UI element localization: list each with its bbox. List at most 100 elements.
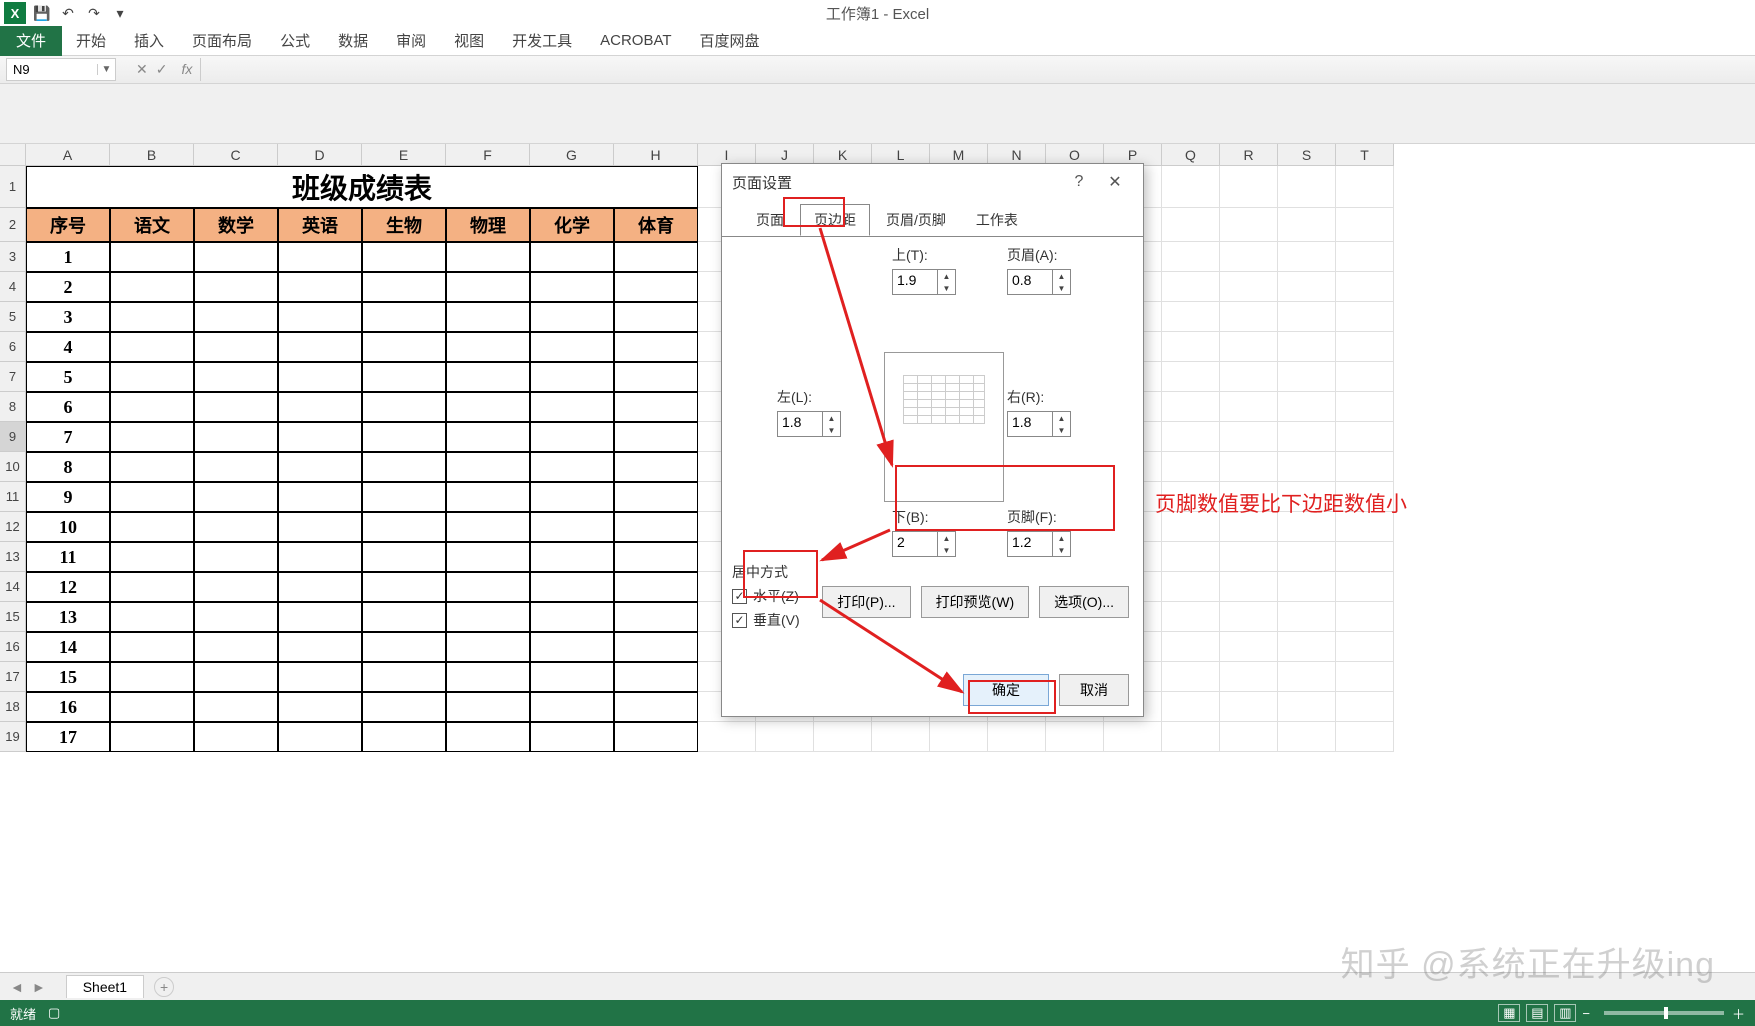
table-header-cell[interactable]: 语文 bbox=[110, 208, 194, 242]
sheet-add-button[interactable]: + bbox=[154, 977, 174, 997]
cell[interactable] bbox=[1220, 242, 1278, 272]
row-header[interactable]: 5 bbox=[0, 302, 26, 332]
col-header[interactable]: D bbox=[278, 144, 362, 166]
dialog-close-button[interactable]: ✕ bbox=[1097, 172, 1133, 192]
tab-home[interactable]: 开始 bbox=[62, 26, 120, 56]
cell[interactable] bbox=[194, 332, 278, 362]
cell[interactable]: 2 bbox=[26, 272, 110, 302]
cell[interactable] bbox=[446, 692, 530, 722]
table-header-cell[interactable]: 物理 bbox=[446, 208, 530, 242]
cell[interactable] bbox=[446, 362, 530, 392]
cell[interactable]: 5 bbox=[26, 362, 110, 392]
cell[interactable]: 15 bbox=[26, 662, 110, 692]
cell[interactable] bbox=[278, 542, 362, 572]
col-header[interactable]: Q bbox=[1162, 144, 1220, 166]
select-all-corner[interactable] bbox=[0, 144, 26, 166]
cell[interactable] bbox=[1278, 272, 1336, 302]
cell[interactable] bbox=[278, 722, 362, 752]
cell[interactable] bbox=[530, 242, 614, 272]
cell[interactable] bbox=[110, 452, 194, 482]
cell[interactable] bbox=[110, 542, 194, 572]
cell[interactable]: 7 bbox=[26, 422, 110, 452]
view-pagelayout-icon[interactable]: ▤ bbox=[1526, 1004, 1548, 1022]
cell[interactable] bbox=[362, 662, 446, 692]
cell[interactable] bbox=[1278, 208, 1336, 242]
dlg-tab-sheet[interactable]: 工作表 bbox=[962, 204, 1032, 236]
cell[interactable] bbox=[756, 722, 814, 752]
macro-record-icon[interactable]: ▢ bbox=[48, 1005, 60, 1021]
cell[interactable] bbox=[614, 722, 698, 752]
cell[interactable] bbox=[446, 272, 530, 302]
cell[interactable] bbox=[530, 602, 614, 632]
tab-data[interactable]: 数据 bbox=[324, 26, 382, 56]
cell[interactable] bbox=[362, 302, 446, 332]
cell[interactable] bbox=[1162, 722, 1220, 752]
cell[interactable] bbox=[110, 632, 194, 662]
cell[interactable] bbox=[362, 602, 446, 632]
name-box[interactable]: N9 ▼ bbox=[6, 58, 116, 81]
cell[interactable] bbox=[110, 572, 194, 602]
col-header[interactable]: F bbox=[446, 144, 530, 166]
zoom-in-button[interactable]: ＋ bbox=[1732, 1004, 1745, 1023]
cell[interactable] bbox=[278, 362, 362, 392]
cell[interactable] bbox=[362, 722, 446, 752]
cell[interactable] bbox=[362, 482, 446, 512]
cell[interactable] bbox=[1336, 452, 1394, 482]
cell[interactable] bbox=[110, 302, 194, 332]
cell[interactable] bbox=[446, 392, 530, 422]
cell[interactable] bbox=[1336, 602, 1394, 632]
cell[interactable] bbox=[362, 542, 446, 572]
cell[interactable] bbox=[446, 452, 530, 482]
tab-developer[interactable]: 开发工具 bbox=[498, 26, 586, 56]
tab-insert[interactable]: 插入 bbox=[120, 26, 178, 56]
row-header[interactable]: 10 bbox=[0, 452, 26, 482]
cell[interactable] bbox=[614, 542, 698, 572]
cell[interactable] bbox=[530, 632, 614, 662]
cell[interactable] bbox=[1220, 332, 1278, 362]
cell[interactable] bbox=[110, 512, 194, 542]
cell[interactable] bbox=[614, 452, 698, 482]
cell[interactable] bbox=[698, 722, 756, 752]
spin-left[interactable]: 1.8▲▼ bbox=[777, 411, 841, 437]
tab-review[interactable]: 审阅 bbox=[382, 26, 440, 56]
cell[interactable] bbox=[194, 512, 278, 542]
cell[interactable] bbox=[1162, 662, 1220, 692]
zoom-slider[interactable] bbox=[1604, 1011, 1724, 1015]
dlg-tab-headerfooter[interactable]: 页眉/页脚 bbox=[872, 204, 960, 236]
cell[interactable] bbox=[446, 512, 530, 542]
cell[interactable] bbox=[1162, 392, 1220, 422]
cell[interactable] bbox=[1162, 692, 1220, 722]
cell[interactable] bbox=[1278, 422, 1336, 452]
row-header[interactable]: 19 bbox=[0, 722, 26, 752]
cell[interactable] bbox=[194, 722, 278, 752]
cell[interactable] bbox=[530, 512, 614, 542]
cell[interactable] bbox=[194, 452, 278, 482]
row-header[interactable]: 17 bbox=[0, 662, 26, 692]
cell[interactable] bbox=[194, 572, 278, 602]
cell[interactable] bbox=[1336, 542, 1394, 572]
cell[interactable] bbox=[362, 452, 446, 482]
cell[interactable] bbox=[446, 302, 530, 332]
cell[interactable] bbox=[110, 392, 194, 422]
cell[interactable] bbox=[1278, 662, 1336, 692]
cell[interactable] bbox=[1336, 422, 1394, 452]
cell[interactable] bbox=[362, 242, 446, 272]
dialog-help-button[interactable]: ? bbox=[1061, 173, 1097, 191]
cell[interactable] bbox=[1278, 452, 1336, 482]
cell[interactable] bbox=[1336, 208, 1394, 242]
qat-save-button[interactable]: 💾 bbox=[32, 3, 52, 23]
cell[interactable] bbox=[278, 692, 362, 722]
cell[interactable] bbox=[1278, 692, 1336, 722]
cell[interactable] bbox=[530, 572, 614, 602]
qat-undo-button[interactable]: ↶ bbox=[58, 3, 78, 23]
tab-view[interactable]: 视图 bbox=[440, 26, 498, 56]
cell[interactable] bbox=[362, 362, 446, 392]
cell[interactable] bbox=[1162, 208, 1220, 242]
row-header[interactable]: 4 bbox=[0, 272, 26, 302]
cell[interactable] bbox=[362, 512, 446, 542]
cell[interactable] bbox=[614, 332, 698, 362]
cell[interactable] bbox=[530, 722, 614, 752]
cell[interactable]: 13 bbox=[26, 602, 110, 632]
table-header-cell[interactable]: 生物 bbox=[362, 208, 446, 242]
col-header[interactable]: H bbox=[614, 144, 698, 166]
